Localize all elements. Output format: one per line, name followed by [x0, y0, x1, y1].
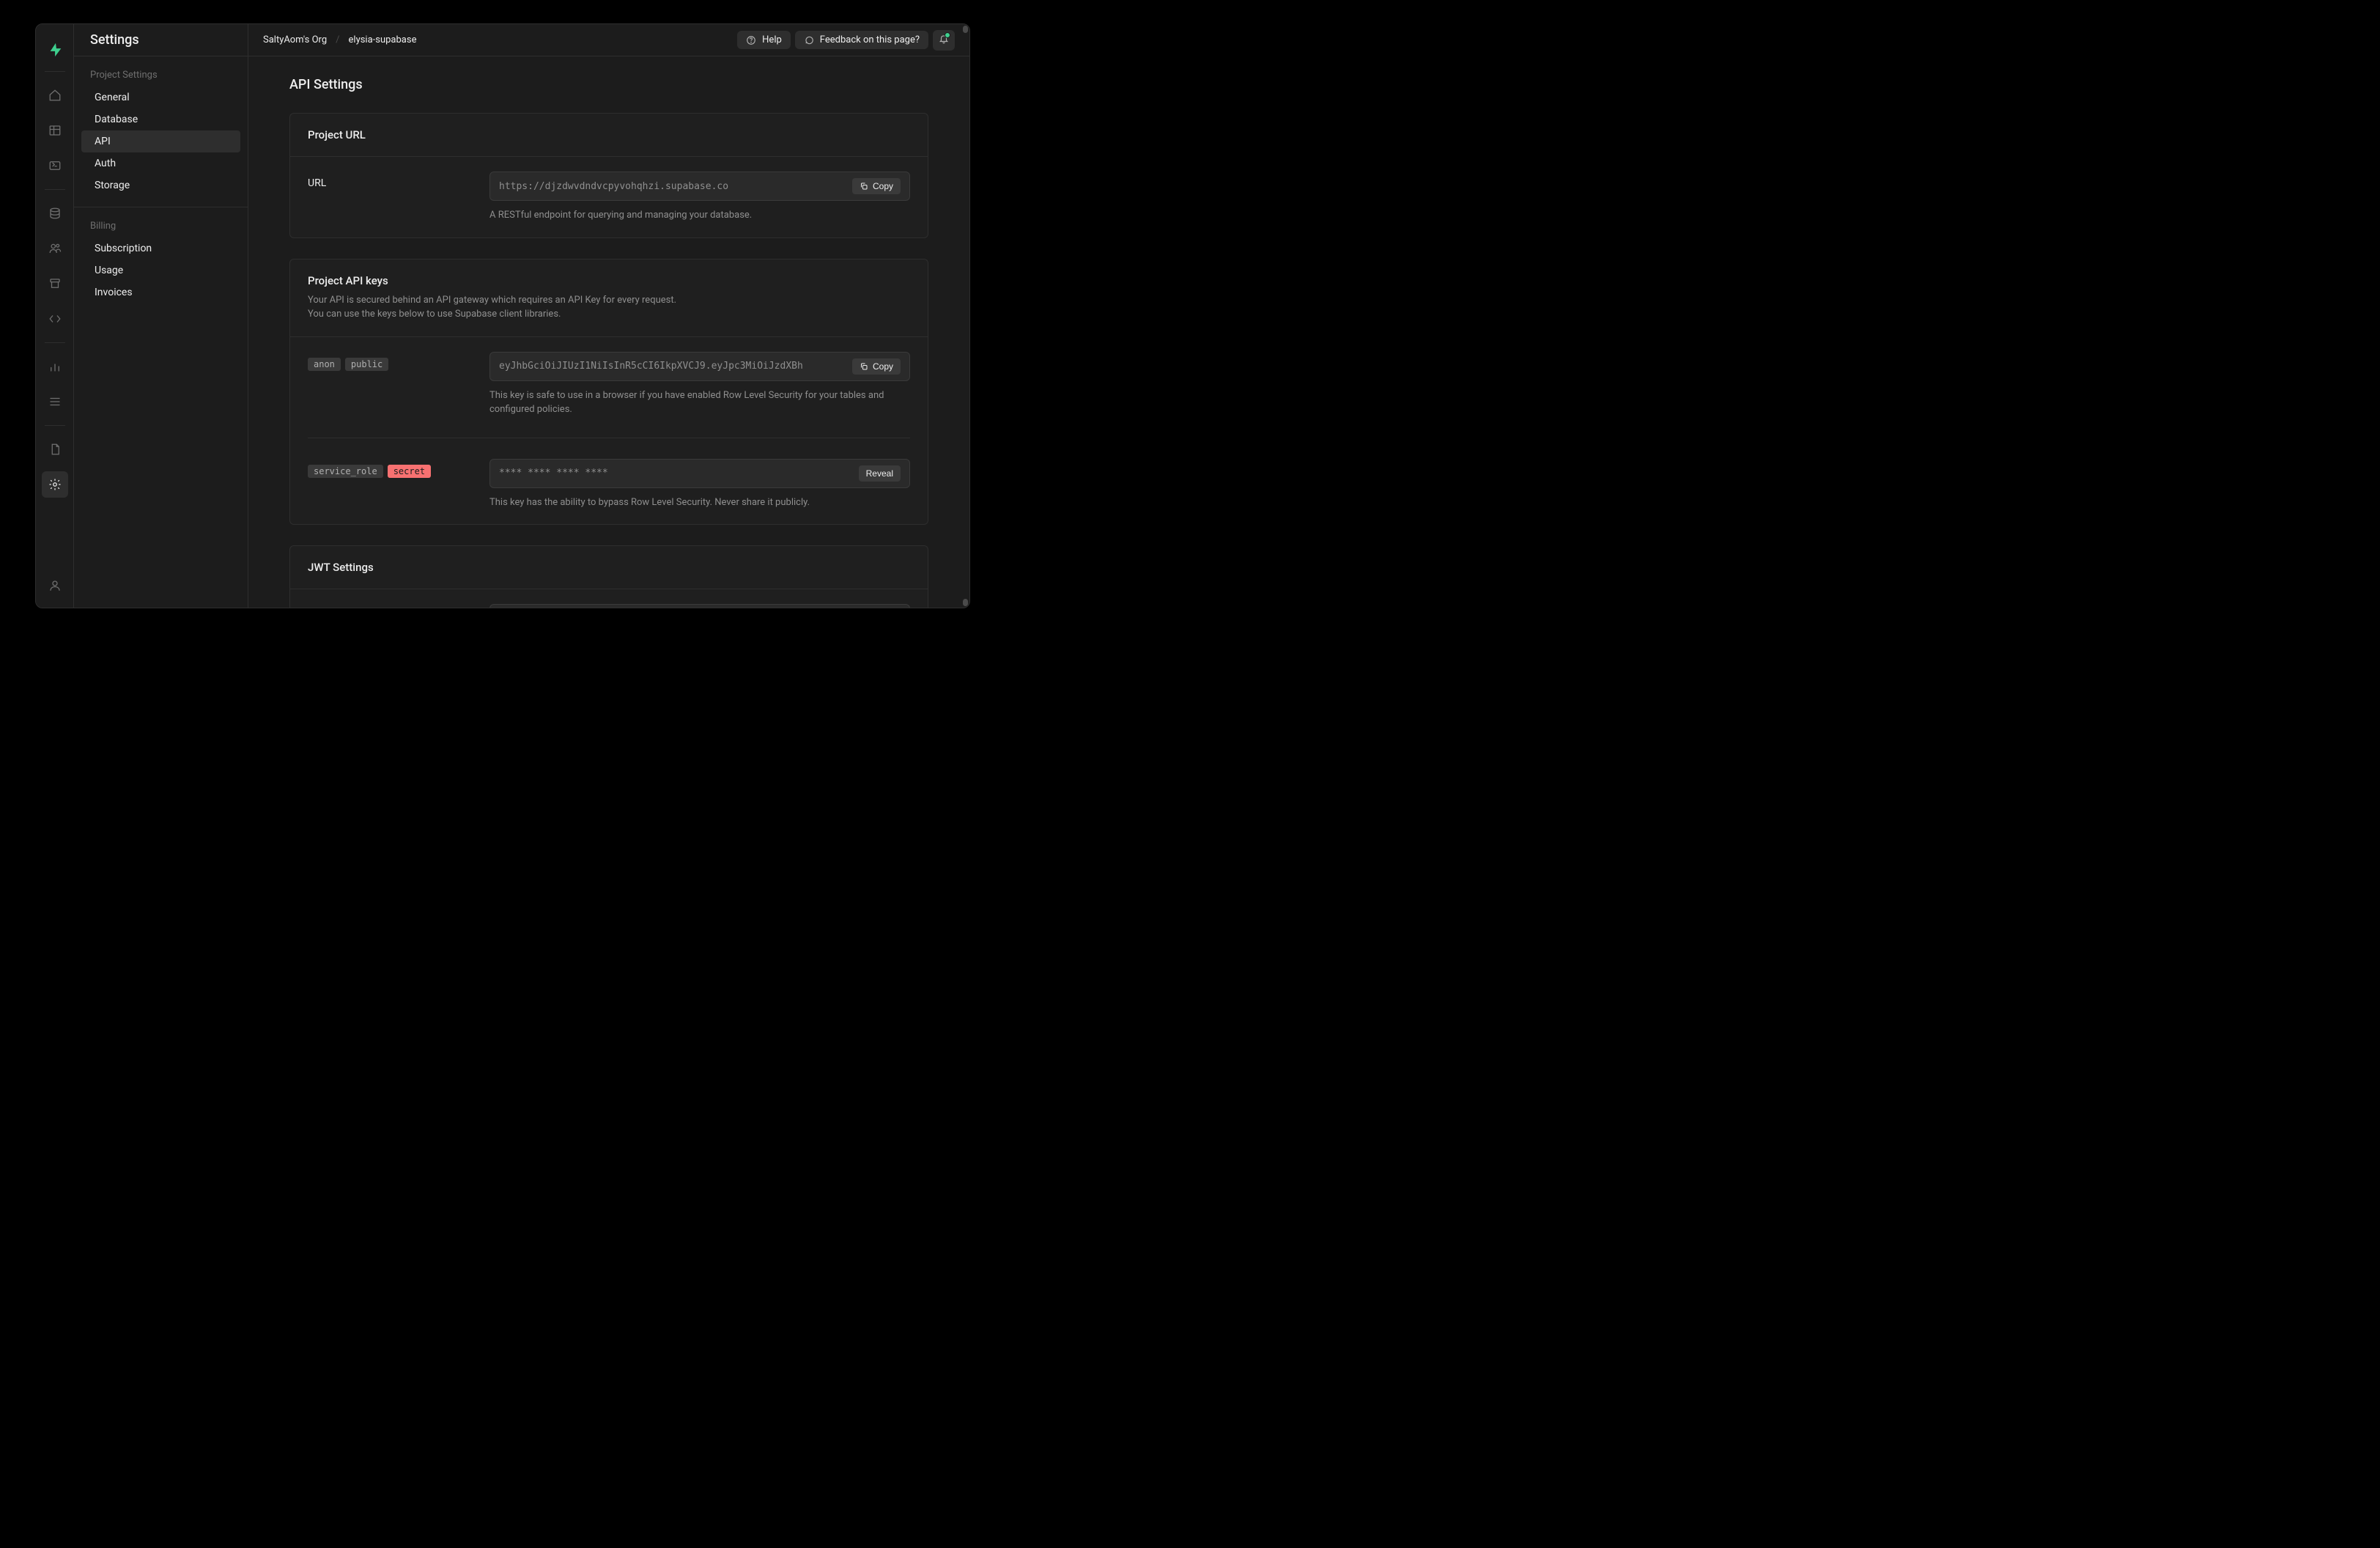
- page-title: API Settings: [289, 77, 928, 92]
- sidebar-item-usage[interactable]: Usage: [81, 259, 240, 281]
- url-label: URL: [308, 172, 472, 189]
- copy-anon-key-button[interactable]: Copy: [852, 358, 901, 375]
- project-url-field[interactable]: https://djzdwvdndvcpyvohqhzi.supabase.co…: [489, 172, 910, 201]
- nav-database-icon[interactable]: [42, 200, 68, 226]
- breadcrumb: SaltyAom's Org / elysia-supabase: [263, 34, 416, 45]
- breadcrumb-sep: /: [336, 34, 339, 45]
- nav-sql-icon[interactable]: [42, 152, 68, 179]
- tag-anon: anon: [308, 358, 341, 371]
- nav-auth-icon[interactable]: [42, 235, 68, 262]
- api-keys-desc2: You can use the keys below to use Supaba…: [308, 309, 561, 320]
- notification-dot: [945, 32, 950, 38]
- main-pane: SaltyAom's Org / elysia-supabase Help Fe…: [248, 24, 969, 608]
- supabase-logo-icon[interactable]: [48, 42, 62, 56]
- sidebar-item-invoices[interactable]: Invoices: [81, 281, 240, 303]
- help-label: Help: [762, 34, 782, 45]
- sidebar-item-database[interactable]: Database: [81, 108, 240, 130]
- sidebar-section-project: Project Settings: [74, 56, 248, 86]
- sidebar-item-general[interactable]: General: [81, 86, 240, 108]
- card-jwt: JWT Settings JWT Secret **** **** **** *…: [289, 545, 928, 608]
- card-title-jwt: JWT Settings: [308, 561, 910, 574]
- nav-home-icon[interactable]: [42, 82, 68, 108]
- anon-key-field[interactable]: eyJhbGciOiJIUzI1NiIsInR5cCI6IkpXVCJ9.eyJ…: [489, 352, 910, 381]
- jwt-secret-field[interactable]: **** **** **** **** Reveal: [489, 604, 910, 608]
- breadcrumb-org[interactable]: SaltyAom's Org: [263, 34, 327, 45]
- icon-rail: [36, 24, 74, 608]
- service-key-value: **** **** **** ****: [499, 468, 853, 479]
- copy-icon: [860, 362, 868, 371]
- api-keys-desc1: Your API is secured behind an API gatewa…: [308, 295, 676, 306]
- anon-key-value: eyJhbGciOiJIUzI1NiIsInR5cCI6IkpXVCJ9.eyJ…: [499, 361, 846, 372]
- tag-service-role: service_role: [308, 465, 383, 478]
- project-url-value: https://djzdwvdndvcpyvohqhzi.supabase.co: [499, 181, 846, 192]
- anon-key-hint: This key is safe to use in a browser if …: [489, 388, 910, 417]
- card-title-api-keys: Project API keys: [308, 274, 910, 287]
- notifications-button[interactable]: [933, 30, 955, 51]
- card-project-url: Project URL URL https://djzdwvdndvcpyvoh…: [289, 113, 928, 238]
- scrollbar[interactable]: [963, 26, 968, 606]
- service-key-hint: This key has the ability to bypass Row L…: [489, 495, 910, 510]
- sidebar-item-api[interactable]: API: [81, 130, 240, 152]
- card-title-project-url: Project URL: [308, 128, 910, 141]
- breadcrumb-project[interactable]: elysia-supabase: [349, 34, 417, 45]
- jwt-secret-label: JWT Secret: [308, 604, 472, 608]
- sidebar-item-storage[interactable]: Storage: [81, 174, 240, 196]
- nav-table-icon[interactable]: [42, 117, 68, 144]
- app-window: Settings Project Settings General Databa…: [35, 23, 970, 608]
- tag-public: public: [345, 358, 388, 371]
- nav-storage-icon[interactable]: [42, 270, 68, 297]
- settings-sidebar: Settings Project Settings General Databa…: [74, 24, 248, 608]
- topbar: SaltyAom's Org / elysia-supabase Help Fe…: [248, 24, 969, 56]
- project-url-hint: A RESTful endpoint for querying and mana…: [489, 208, 910, 223]
- copy-url-button[interactable]: Copy: [852, 178, 901, 194]
- tag-secret: secret: [388, 465, 431, 478]
- service-key-field[interactable]: **** **** **** **** Reveal: [489, 459, 910, 488]
- nav-edge-icon[interactable]: [42, 306, 68, 332]
- content-scroll[interactable]: API Settings Project URL URL https://djz…: [248, 56, 969, 608]
- nav-logs-icon[interactable]: [42, 388, 68, 415]
- sidebar-item-subscription[interactable]: Subscription: [81, 237, 240, 259]
- chat-icon: [804, 35, 814, 45]
- nav-settings-icon[interactable]: [42, 471, 68, 498]
- help-button[interactable]: Help: [737, 31, 791, 49]
- card-api-keys: Project API keys Your API is secured beh…: [289, 259, 928, 526]
- help-icon: [746, 35, 756, 45]
- nav-account-icon[interactable]: [42, 572, 68, 599]
- nav-docs-icon[interactable]: [42, 436, 68, 462]
- feedback-button[interactable]: Feedback on this page?: [795, 31, 928, 49]
- sidebar-item-auth[interactable]: Auth: [81, 152, 240, 174]
- reveal-service-key-button[interactable]: Reveal: [859, 465, 901, 482]
- sidebar-section-billing: Billing: [74, 207, 248, 237]
- feedback-label: Feedback on this page?: [820, 34, 920, 45]
- sidebar-title: Settings: [74, 24, 248, 56]
- nav-reports-icon[interactable]: [42, 353, 68, 380]
- copy-icon: [860, 182, 868, 191]
